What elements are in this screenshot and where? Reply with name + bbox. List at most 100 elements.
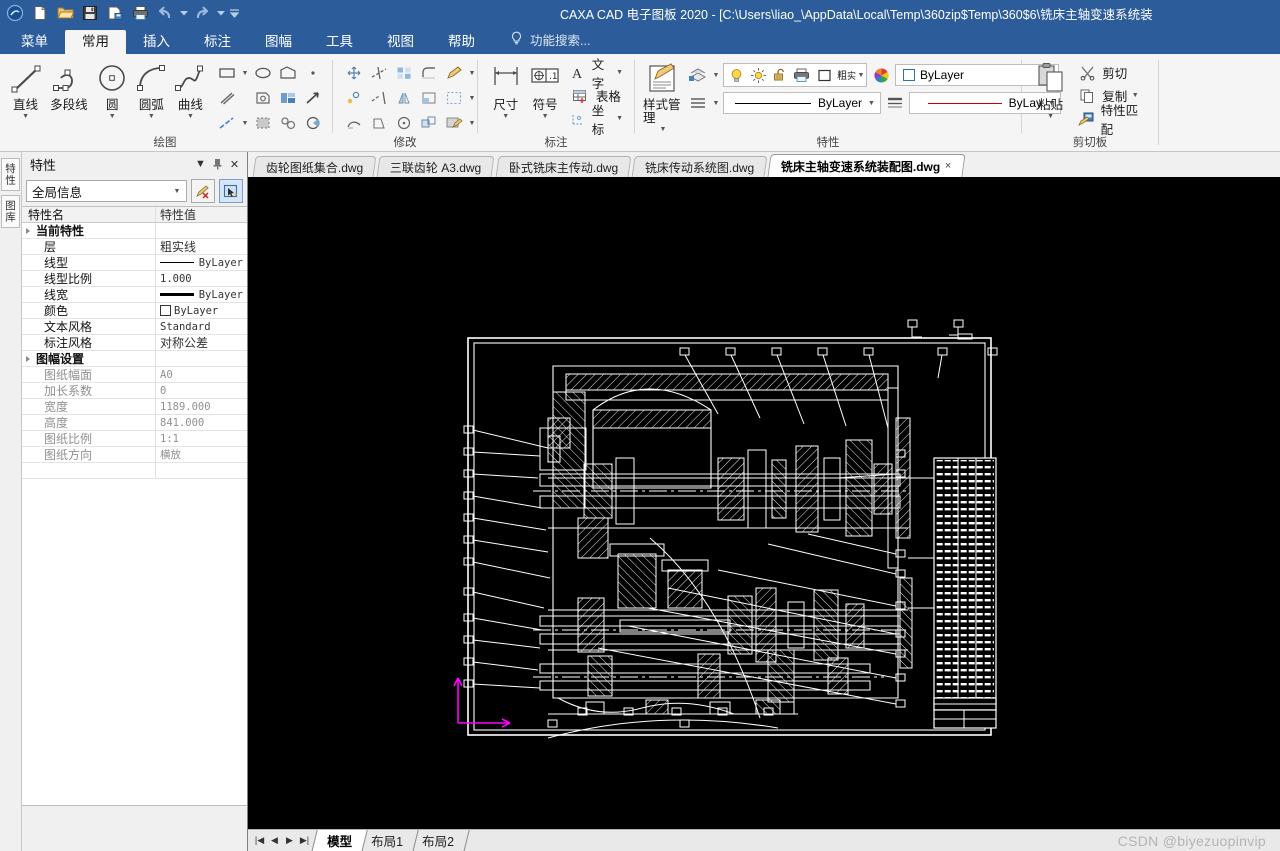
printer-icon[interactable] <box>129 2 151 24</box>
property-row-extension-factor[interactable]: 加长系数 0 <box>22 383 247 399</box>
property-row-linetype[interactable]: 线型 ByLayer <box>22 255 247 271</box>
draw-arc-dropdown[interactable]: ▼ <box>148 113 155 121</box>
offset-icon[interactable] <box>443 87 465 109</box>
doc-tab-triple-gear[interactable]: 三联齿轮 A3.dwg <box>376 156 496 177</box>
last-layout-button[interactable]: ▶| <box>297 833 312 849</box>
property-row-sheet-size[interactable]: 图纸幅面 A0 <box>22 367 247 383</box>
puzzle-icon[interactable] <box>277 112 299 134</box>
doc-tab-mill-transmission[interactable]: 铣床传动系统图.dwg <box>631 156 768 177</box>
style-manager-button[interactable]: 样式管理 ▼ <box>643 58 683 134</box>
linetype-list-icon[interactable] <box>687 92 709 114</box>
first-layout-button[interactable]: |◀ <box>252 833 267 849</box>
coordinate-dropdown-chevron-down-icon[interactable]: ▼ <box>616 115 623 122</box>
draw-circle-button[interactable]: 圆 ▼ <box>93 58 132 121</box>
modify-row3-dropdown-chevron-down-icon[interactable]: ▼ <box>468 120 476 127</box>
doc-tab-close-icon[interactable]: × <box>946 160 952 172</box>
caxa-logo-icon[interactable] <box>4 2 26 24</box>
panel-close-icon[interactable]: ✕ <box>226 156 243 173</box>
sun-icon[interactable] <box>747 64 769 86</box>
break-icon[interactable] <box>368 112 390 134</box>
draw-polyline-button[interactable]: 多段线 <box>45 58 93 112</box>
save-disk-icon[interactable] <box>79 2 101 24</box>
redo-arrow-icon[interactable] <box>191 2 213 24</box>
lineweight-icon[interactable] <box>884 92 906 114</box>
modify-row1-dropdown-chevron-down-icon[interactable]: ▼ <box>468 70 476 77</box>
parallel-line-icon[interactable] <box>216 87 238 109</box>
linetype-combo[interactable]: ByLayer ▼ <box>723 92 881 114</box>
ribbon-tab-insert[interactable]: 插入 <box>126 30 187 55</box>
draw-circle-dropdown[interactable]: ▼ <box>109 113 116 121</box>
draw-spline-dropdown[interactable]: ▼ <box>187 113 194 121</box>
property-row-sheet-orientation[interactable]: 图纸方向 横放 <box>22 447 247 463</box>
symbol-dropdown[interactable]: ▼ <box>542 113 549 121</box>
undo-arrow-icon[interactable] <box>154 2 176 24</box>
draw-arc-button[interactable]: 圆弧 ▼ <box>132 58 171 121</box>
style-manager-dropdown[interactable]: ▼ <box>660 126 667 134</box>
centerline-icon[interactable] <box>216 112 238 134</box>
symbol-button[interactable]: .1 符号 ▼ <box>525 58 564 121</box>
paste-dropdown[interactable]: ▼ <box>1047 113 1054 121</box>
modify-row2-dropdown-chevron-down-icon[interactable]: ▼ <box>468 95 476 102</box>
draw-spline-button[interactable]: 曲线 ▼ <box>171 58 210 121</box>
property-row-linetype-scale[interactable]: 线型比例 1.000 <box>22 271 247 287</box>
centerline-dropdown-chevron-down-icon[interactable]: ▼ <box>241 120 249 127</box>
color-box-icon[interactable] <box>813 64 835 86</box>
mirror-icon[interactable] <box>393 87 415 109</box>
ribbon-tab-annotation[interactable]: 标注 <box>187 30 248 55</box>
doc-tab-horizontal-mill[interactable]: 卧式铣床主传动.dwg <box>495 156 632 177</box>
block-icon[interactable] <box>277 87 299 109</box>
linetype-dropdown-chevron-down-icon[interactable]: ▼ <box>712 100 720 107</box>
quick-select-button[interactable] <box>219 179 243 203</box>
layout-tab-2[interactable]: 布局2 <box>407 829 470 851</box>
next-layout-button[interactable]: ▶ <box>282 833 297 849</box>
match-properties-button[interactable]: 特性匹配 <box>1073 104 1150 137</box>
layer-properties-icon[interactable] <box>687 64 709 86</box>
hole-plate-icon[interactable] <box>252 87 274 109</box>
ribbon-tab-sheet[interactable]: 图幅 <box>248 30 309 55</box>
color-wheel-icon[interactable] <box>870 64 892 86</box>
ribbon-tab-view[interactable]: 视图 <box>370 30 431 55</box>
point-icon[interactable] <box>302 62 324 84</box>
trim-icon[interactable] <box>368 62 390 84</box>
array-icon[interactable] <box>393 62 415 84</box>
cut-button[interactable]: 剪切 <box>1073 61 1150 84</box>
undo-dropdown-chevron-down-icon[interactable] <box>179 2 188 24</box>
text-dropdown-chevron-down-icon[interactable]: ▼ <box>616 69 623 76</box>
doc-tab-gear-drawings[interactable]: 齿轮图纸集合.dwg <box>252 156 377 177</box>
vtab-properties[interactable]: 特性 <box>1 158 20 191</box>
lock-open-icon[interactable] <box>769 64 791 86</box>
hatch-edit-icon[interactable] <box>443 112 465 134</box>
panel-pin-icon[interactable] <box>209 156 226 173</box>
property-row-dim-style[interactable]: 标注风格 对称公差 <box>22 335 247 351</box>
scale-icon[interactable] <box>393 112 415 134</box>
arrow-icon[interactable] <box>302 87 324 109</box>
explode-icon[interactable] <box>418 112 440 134</box>
dimension-dropdown[interactable]: ▼ <box>502 113 509 121</box>
prev-layout-button[interactable]: ◀ <box>267 833 282 849</box>
cad-canvas[interactable] <box>248 178 1280 829</box>
object-selector-chevron-down-icon[interactable]: ▼ <box>170 188 184 195</box>
chamfer-icon[interactable] <box>418 87 440 109</box>
redo-dropdown-chevron-down-icon[interactable] <box>216 2 225 24</box>
property-row-text-style[interactable]: 文本风格 Standard <box>22 319 247 335</box>
ribbon-tab-common[interactable]: 常用 <box>65 29 126 54</box>
property-row-lineweight[interactable]: 线宽 ByLayer <box>22 287 247 303</box>
customize-qat-icon[interactable] <box>228 2 241 24</box>
property-group-sheet[interactable]: 图幅设置 <box>22 351 247 367</box>
rotate-copy-icon[interactable] <box>343 87 365 109</box>
ribbon-tab-menu[interactable]: 菜单 <box>4 30 65 55</box>
ellipse-icon[interactable] <box>252 62 274 84</box>
dimension-button[interactable]: 尺寸 ▼ <box>486 58 525 121</box>
panel-menu-chevron-down-icon[interactable]: ▼ <box>192 156 209 173</box>
property-row-layer[interactable]: 层 粗实线 <box>22 239 247 255</box>
paste-button[interactable]: 粘贴 ▼ <box>1030 58 1071 121</box>
object-selector-dropdown[interactable]: 全局信息 ▼ <box>26 180 187 202</box>
move-icon[interactable] <box>343 62 365 84</box>
draw-line-button[interactable]: 直线 ▼ <box>6 58 45 121</box>
copy-dropdown-chevron-down-icon[interactable]: ▼ <box>1131 92 1139 99</box>
ribbon-tab-tools[interactable]: 工具 <box>309 30 370 55</box>
hatch-icon[interactable] <box>252 112 274 134</box>
edit-pencil-icon[interactable] <box>443 62 465 84</box>
rectangle-icon[interactable] <box>216 62 238 84</box>
bulb-icon[interactable] <box>725 64 747 86</box>
